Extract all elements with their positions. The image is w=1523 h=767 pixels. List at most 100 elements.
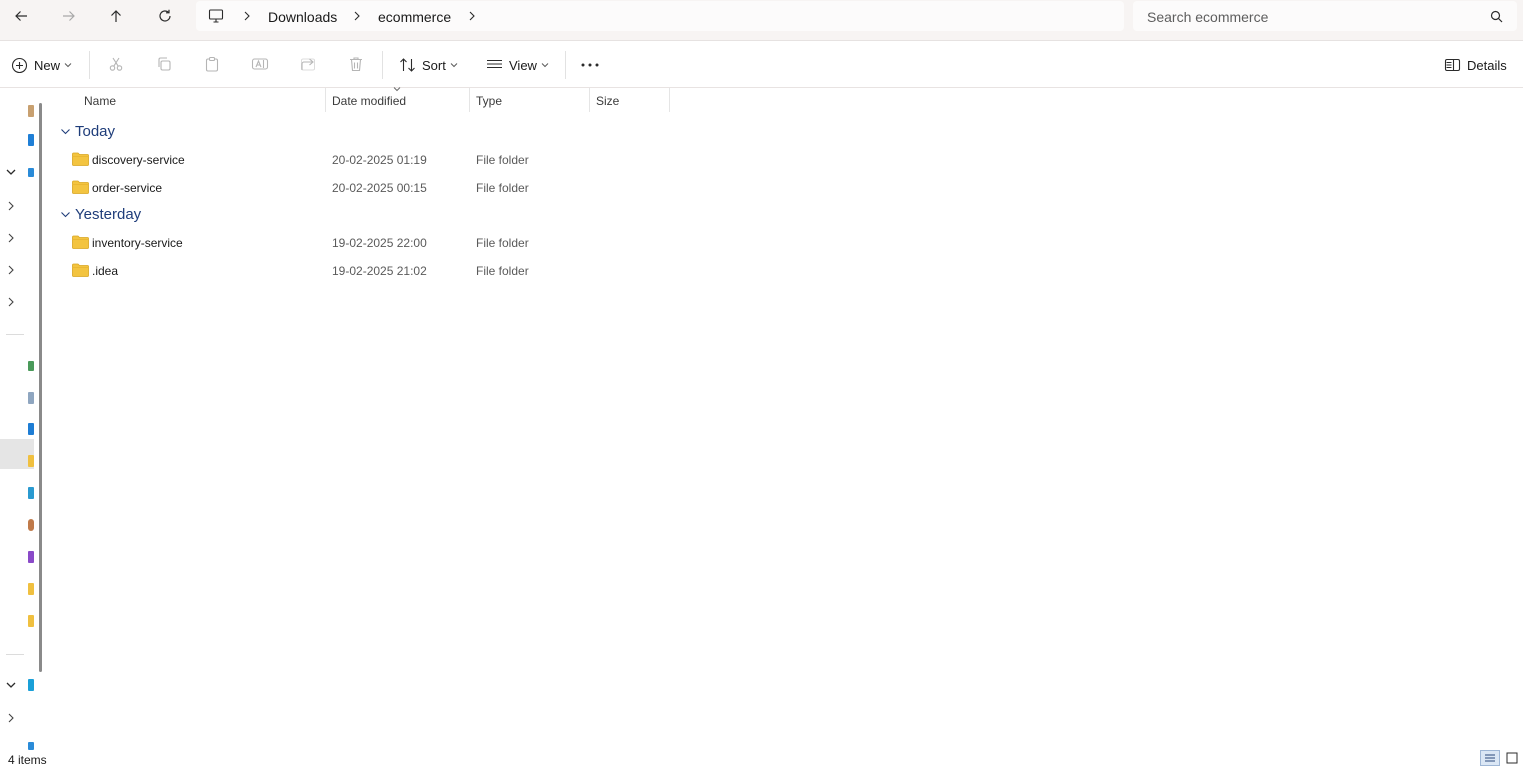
search-placeholder: Search ecommerce <box>1147 9 1269 25</box>
folder-icon[interactable] <box>28 583 34 595</box>
paste-icon[interactable] <box>204 56 220 72</box>
delete-icon[interactable] <box>348 56 364 72</box>
file-name[interactable]: inventory-service <box>92 236 183 250</box>
search-input[interactable]: Search ecommerce <box>1133 1 1517 31</box>
refresh-icon <box>157 8 173 24</box>
address-bar[interactable]: Downloads ecommerce <box>196 1 1124 31</box>
pictures-icon[interactable] <box>28 423 34 435</box>
group-header-today[interactable]: Today <box>75 123 115 140</box>
sort-label: Sort <box>422 57 446 73</box>
file-date: 20-02-2025 00:15 <box>332 181 427 195</box>
chevron-down-icon <box>450 62 458 68</box>
more-icon[interactable] <box>580 63 600 67</box>
sort-icon <box>399 57 416 73</box>
home-icon[interactable] <box>28 105 34 117</box>
column-divider[interactable] <box>469 88 470 112</box>
chevron-right-icon[interactable] <box>5 296 17 308</box>
column-header-date-modified[interactable]: Date modified <box>332 94 406 108</box>
chevron-down-icon <box>541 62 549 68</box>
chevron-right-icon[interactable] <box>352 9 362 23</box>
group-header-yesterday[interactable]: Yesterday <box>75 206 141 223</box>
large-icons-view-button[interactable] <box>1504 750 1520 766</box>
view-label: View <box>509 57 537 73</box>
file-type: File folder <box>476 153 529 167</box>
toolbar-divider <box>89 51 90 79</box>
details-pane-icon <box>1444 57 1461 73</box>
command-bar: New Sort View Details <box>0 41 1523 88</box>
sort-indicator-icon <box>393 86 401 92</box>
file-name[interactable]: order-service <box>92 181 162 195</box>
downloads-icon[interactable] <box>28 361 34 371</box>
chevron-right-icon[interactable] <box>242 9 252 23</box>
new-plus-icon <box>11 57 28 74</box>
navigation-pane[interactable] <box>0 88 34 766</box>
view-button[interactable]: View <box>486 53 549 77</box>
chevron-right-icon[interactable] <box>5 200 17 212</box>
cloud-icon[interactable] <box>28 168 34 177</box>
this-pc-icon[interactable] <box>28 679 34 691</box>
file-date: 19-02-2025 22:00 <box>332 236 427 250</box>
nav-scrollbar[interactable] <box>39 103 42 672</box>
folder-icon[interactable] <box>28 615 34 627</box>
details-view-button[interactable] <box>1480 750 1500 766</box>
chevron-right-icon[interactable] <box>467 9 477 23</box>
column-divider[interactable] <box>589 88 590 112</box>
nav-divider <box>6 654 24 655</box>
share-icon[interactable] <box>300 56 316 72</box>
rename-icon[interactable] <box>251 56 269 72</box>
column-divider[interactable] <box>669 88 670 112</box>
file-type: File folder <box>476 181 529 195</box>
new-label: New <box>34 57 61 73</box>
folder-icon[interactable] <box>28 455 34 467</box>
refresh-button[interactable] <box>150 4 180 28</box>
nav-divider <box>6 334 24 335</box>
column-header-name[interactable]: Name <box>84 94 116 108</box>
forward-button[interactable] <box>54 4 84 28</box>
chevron-right-icon[interactable] <box>5 264 17 276</box>
sort-button[interactable]: Sort <box>399 53 458 77</box>
file-type: File folder <box>476 236 529 250</box>
tiles-view-icon <box>1506 752 1518 764</box>
folder-icon <box>72 152 89 166</box>
breadcrumb-ecommerce[interactable]: ecommerce <box>378 9 451 25</box>
file-date: 19-02-2025 21:02 <box>332 264 427 278</box>
search-icon[interactable] <box>1490 10 1503 23</box>
this-pc-icon[interactable] <box>208 8 224 24</box>
column-header-size[interactable]: Size <box>596 94 619 108</box>
details-pane-button[interactable]: Details <box>1444 53 1507 77</box>
chevron-down-icon[interactable] <box>5 679 17 691</box>
details-label: Details <box>1467 57 1507 73</box>
music-icon[interactable] <box>28 487 34 499</box>
back-button[interactable] <box>6 4 36 28</box>
toolbar-divider <box>382 51 383 79</box>
file-type: File folder <box>476 264 529 278</box>
up-arrow-icon <box>108 8 124 24</box>
forward-arrow-icon <box>61 8 77 24</box>
details-view-icon <box>1484 753 1496 763</box>
chevron-down-icon[interactable] <box>5 166 17 178</box>
up-button[interactable] <box>101 4 131 28</box>
chevron-right-icon[interactable] <box>5 712 17 724</box>
network-icon[interactable] <box>28 742 34 750</box>
copy-icon[interactable] <box>156 56 172 72</box>
gallery-icon[interactable] <box>28 134 34 146</box>
new-button[interactable]: New <box>11 53 72 77</box>
folder-icon <box>72 263 89 277</box>
videos-icon[interactable] <box>28 519 34 531</box>
folder-icon <box>72 180 89 194</box>
chevron-down-icon[interactable] <box>60 126 71 137</box>
column-divider[interactable] <box>325 88 326 112</box>
breadcrumb-downloads[interactable]: Downloads <box>268 9 337 25</box>
media-icon[interactable] <box>28 551 34 563</box>
documents-icon[interactable] <box>28 392 34 404</box>
chevron-right-icon[interactable] <box>5 232 17 244</box>
cut-icon[interactable] <box>108 56 124 72</box>
folder-icon <box>72 235 89 249</box>
column-header-type[interactable]: Type <box>476 94 502 108</box>
file-name[interactable]: discovery-service <box>92 153 185 167</box>
back-arrow-icon <box>13 8 29 24</box>
file-name[interactable]: .idea <box>92 264 118 278</box>
file-date: 20-02-2025 01:19 <box>332 153 427 167</box>
status-item-count: 4 items <box>8 753 47 767</box>
chevron-down-icon[interactable] <box>60 209 71 220</box>
